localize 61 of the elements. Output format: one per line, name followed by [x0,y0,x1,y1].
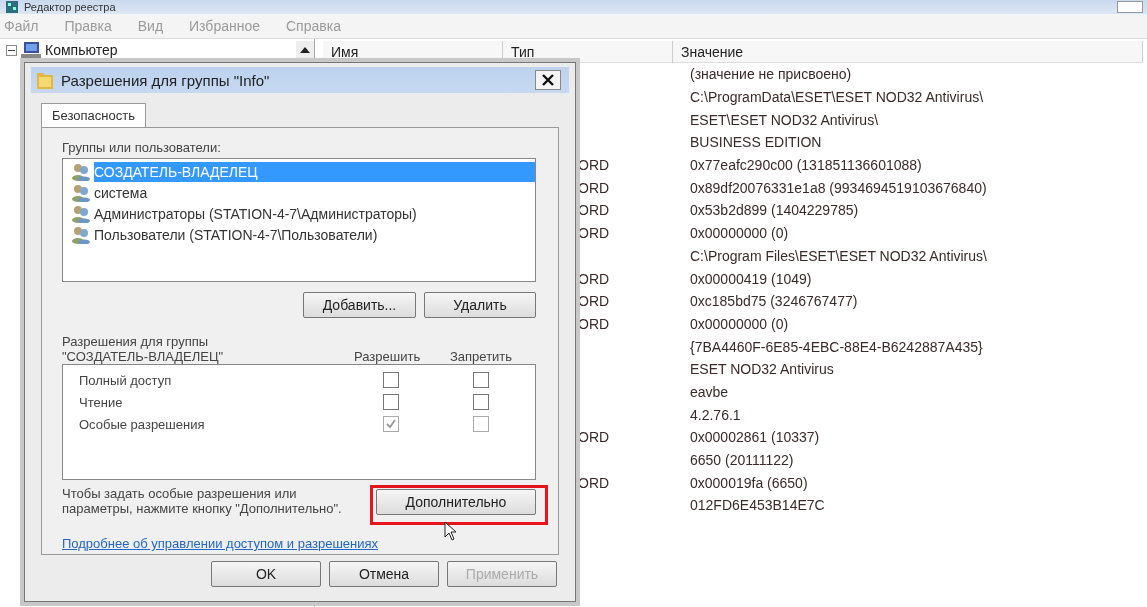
checkbox[interactable] [383,394,399,410]
remove-button[interactable]: Удалить [424,292,536,318]
value-cell-text: BUSINESS EDITION [690,134,823,151]
deny-header: Запретить [450,349,514,364]
value-cell-text: 0x53b2d899 (1404229785) [690,202,860,219]
value-cell-text: (значение не присвоено) [690,66,853,83]
column-header[interactable]: Значение [673,41,1143,63]
dialog-button[interactable]: OK [211,561,321,587]
folder-icon [37,71,53,89]
value-cell-text: 0x00000000 (0) [690,225,790,242]
value-cell-text: 0x77eafc290c00 (131851136601088) [690,157,923,174]
value-cell-text: 6650 (20111122) [690,452,795,469]
tree-item[interactable]: Компьютер [45,42,118,58]
dialog-title: Разрешения для группы "Info" [61,71,270,89]
allow-header: Разрешить [354,349,422,364]
value-cell-text: eavbe [690,383,730,400]
caret-up-icon [300,47,310,53]
value-cell-text: 0x000019fa (6650) [690,474,809,491]
help-link[interactable]: Подробнее об управлении доступом и разрешениях [62,536,536,551]
value-cell-text: ESET\ESET NOD32 Antivirus\ [690,111,880,128]
value-cell-text: ESET NOD32 Antivirus [690,361,835,378]
users-icon [71,204,91,223]
checkbox[interactable] [383,372,399,388]
column-header[interactable]: Тип [503,41,673,63]
groups-label: Группы или пользователи: [62,140,222,155]
close-icon [542,74,554,86]
cursor-icon [444,521,458,541]
window-close-button[interactable] [1117,1,1143,13]
users-icon [71,225,91,244]
permission-name: Особые разрешения [79,416,206,432]
permission-name: Полный доступ [79,372,173,388]
value-cell-text: 012FD6E453B14E7C [690,497,826,514]
scroll-up-button[interactable] [296,41,314,59]
collapse-toggle[interactable] [6,44,17,56]
value-cell-text: C:\ProgramData\ESET\ESET NOD32 Antivirus\ [690,89,985,106]
value-cell-text: 0x89df20076331e1a8 (9934694519103676840) [690,179,988,196]
checkbox[interactable] [473,394,489,410]
group-item[interactable]: Пользователи (STATION-4-7\Пользователи) [94,224,378,245]
value-cell-text: 0x00000419 (1049) [690,270,813,287]
value-cell-text: 0xc185bd75 (3246767477) [690,293,859,310]
permission-name: Чтение [79,394,124,410]
close-button[interactable] [535,70,561,90]
users-icon [71,162,91,181]
add-button[interactable]: Добавить... [303,292,416,318]
value-cell-text: 0x00000000 (0) [690,315,790,332]
value-cell-text: C:\Program Files\ESET\ESET NOD32 Antivirus\ [690,247,988,264]
permissions-label: Разрешения для группы "СОЗДАТЕЛЬ-ВЛАДЕЛЕЦ" [62,334,225,364]
value-cell-text: 0x00002861 (10337) [690,429,821,446]
group-item[interactable]: система [94,182,148,203]
advanced-button[interactable]: Дополнительно [376,489,536,515]
dialog-button[interactable]: Отмена [329,561,439,587]
checkbox[interactable] [473,372,489,388]
group-item[interactable]: Администраторы (STATION-4-7\Администраторы) [94,203,417,224]
window-title: Редактор реестра [24,1,116,13]
computer-icon [21,42,41,58]
tab[interactable]: Безопасность [41,103,146,127]
registry-icon [6,1,18,13]
value-cell-text: 4.2.76.1 [690,406,742,423]
users-icon [71,183,91,202]
value-cell-text: {7BA4460F-6E85-4EBC-88E4-B6242887A435} [690,338,984,355]
hint-text: Чтобы задать особые разрешения или параметры, нажмите кнопку "Дополнительно". [62,486,343,516]
